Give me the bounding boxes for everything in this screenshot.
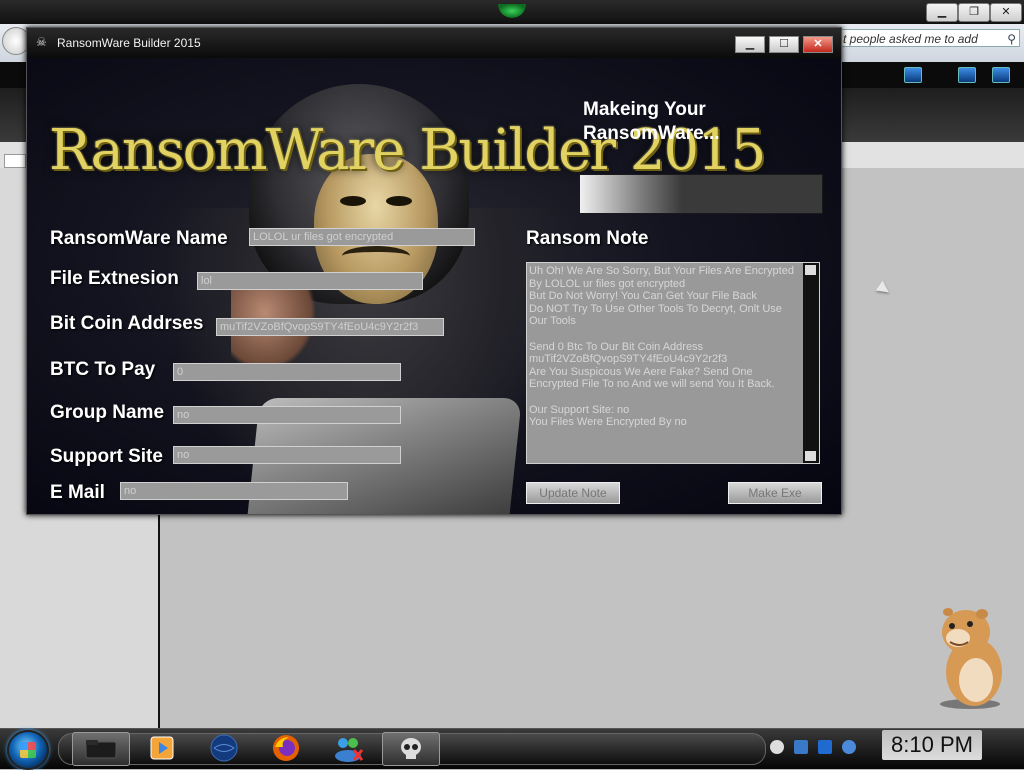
window-titlebar[interactable]: ☠ RansomWare Builder 2015 ▁ ☐ ✕ (27, 28, 841, 58)
ransom-note-scrollbar[interactable] (803, 263, 819, 463)
taskbar-app-ransomware-builder[interactable] (382, 732, 440, 766)
firefox-icon (273, 735, 299, 761)
progress-status-text: Makeing Your RansomWare... (583, 99, 720, 144)
taskbar-app-messenger[interactable] (320, 732, 376, 764)
window-title: RansomWare Builder 2015 (57, 36, 201, 50)
ransomware-name-label: RansomWare Name (50, 228, 228, 249)
taskbar-app-explorer[interactable] (72, 732, 130, 766)
btc-to-pay-label: BTC To Pay (50, 359, 156, 380)
btc-to-pay-input[interactable]: 0 (173, 363, 401, 381)
tray-media-icon[interactable] (770, 740, 784, 754)
email-input[interactable]: no (120, 482, 348, 500)
media-player-icon (150, 736, 174, 760)
file-extension-input[interactable]: lol (197, 272, 423, 290)
skull-app-icon (401, 738, 421, 759)
support-site-label: Support Site (50, 446, 163, 467)
bitcoin-address-label: Bit Coin Addrses (50, 313, 204, 334)
window-body: RansomWare Builder 2015 Makeing Your Ran… (27, 58, 841, 514)
ransom-note-textarea[interactable]: Uh Oh! We Are So Sorry, But Your Files A… (526, 262, 820, 464)
globe-icon (210, 734, 238, 762)
system-tray (766, 736, 876, 762)
toolbar-screen-icon[interactable] (958, 67, 976, 83)
toolbar-window-icon[interactable] (904, 67, 922, 83)
ransom-note-text: Uh Oh! We Are So Sorry, But Your Files A… (529, 265, 794, 429)
frame-gem-icon (498, 4, 526, 18)
tray-monitor-icon[interactable] (818, 740, 832, 754)
build-progress-fill (580, 175, 682, 213)
scroll-up-arrow-icon[interactable] (805, 265, 816, 275)
search-icon[interactable]: ⚲ (1007, 30, 1016, 46)
browser-tab[interactable] (4, 154, 26, 168)
browser-close-button[interactable]: ✕ (990, 3, 1022, 22)
taskbar-app-firefox[interactable] (258, 732, 314, 764)
taskbar-clock[interactable]: 8:10 PM (882, 730, 982, 760)
email-label: E Mail (50, 482, 105, 503)
taskbar-app-media-player[interactable] (134, 732, 190, 764)
window-icon: ☠ (36, 35, 47, 49)
support-site-input[interactable]: no (173, 446, 401, 464)
ransomware-name-input[interactable]: LOLOL ur files got encrypted (249, 228, 475, 246)
browser-top-frame (0, 0, 1024, 24)
bitcoin-address-input[interactable]: muTif2VZoBfQvopS9TY4fEoU4c9Y2r2f3 (216, 318, 444, 336)
build-progress-bar (579, 174, 823, 214)
messenger-icon (335, 738, 364, 762)
make-exe-button[interactable]: Make Exe (728, 482, 822, 504)
browser-search-text: t people asked me to add (843, 32, 978, 46)
ransom-note-label: Ransom Note (526, 228, 649, 249)
tray-security-icon[interactable] (842, 740, 856, 754)
scroll-down-arrow-icon[interactable] (805, 451, 816, 461)
taskbar-app-browser[interactable] (196, 732, 252, 764)
update-note-button[interactable]: Update Note (526, 482, 620, 504)
start-orb-icon[interactable] (7, 730, 49, 770)
browser-search-input[interactable]: t people asked me to add ⚲ (838, 29, 1020, 47)
folder-icon (85, 740, 117, 759)
browser-restore-button[interactable]: ❐ (958, 3, 990, 22)
maximize-button[interactable]: ☐ (769, 36, 799, 53)
minimize-button[interactable]: ▁ (735, 36, 765, 53)
group-name-label: Group Name (50, 402, 165, 423)
tray-network-icon[interactable] (794, 740, 808, 754)
close-button[interactable]: ✕ (803, 36, 833, 53)
toolbar-page-icon[interactable] (992, 67, 1010, 83)
hamster-desktop-pet-icon (940, 608, 1002, 709)
browser-minimize-button[interactable]: ▁ (926, 3, 958, 22)
file-extension-label: File Extnesion (50, 268, 179, 289)
logo-title: RansomWare Builder 2015 (49, 118, 766, 183)
ransomware-builder-window: ☠ RansomWare Builder 2015 ▁ ☐ ✕ RansomWa… (26, 27, 842, 515)
group-name-input[interactable]: no (173, 406, 401, 424)
